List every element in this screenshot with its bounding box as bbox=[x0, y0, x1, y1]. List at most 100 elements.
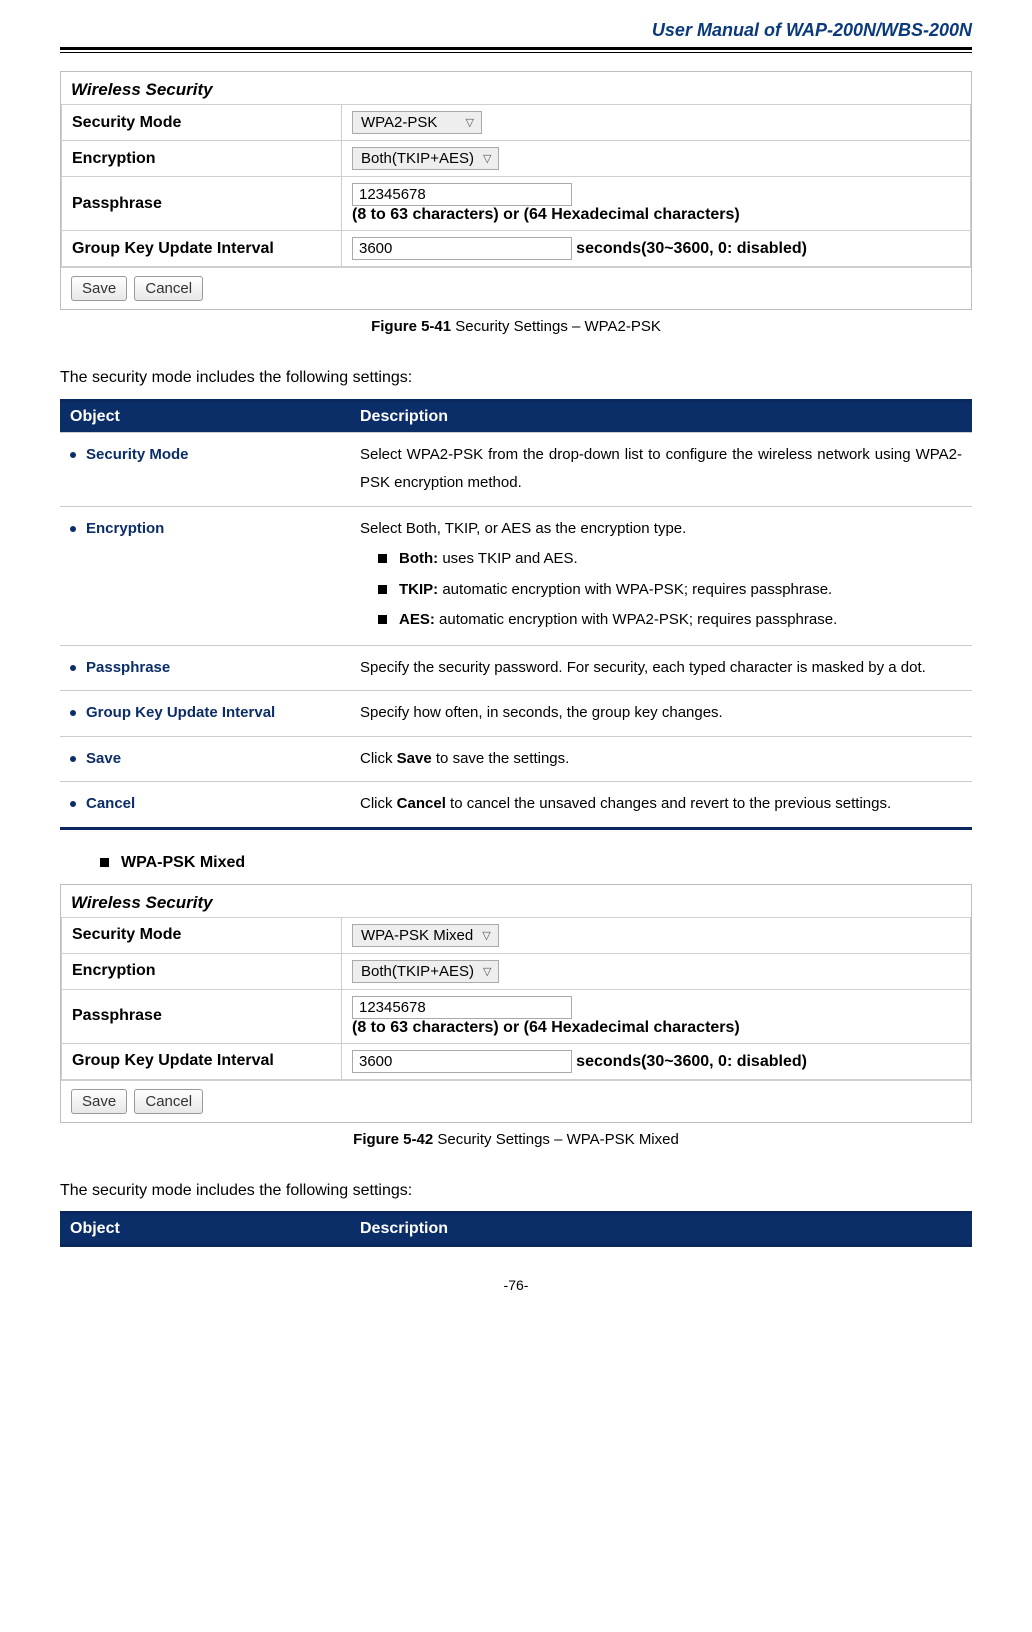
desc-post: to save the settings. bbox=[432, 750, 570, 767]
chevron-down-icon: ▽ bbox=[463, 116, 477, 129]
dropdown-value: WPA-PSK Mixed bbox=[357, 927, 479, 944]
bullet-icon bbox=[70, 756, 76, 762]
panel-title: Wireless Security bbox=[61, 885, 971, 917]
table-row-desc: Specify the security password. For secur… bbox=[350, 645, 972, 691]
table-row-obj: Group Key Update Interval bbox=[60, 691, 350, 737]
obj-text: Cancel bbox=[86, 795, 135, 812]
label-encryption: Encryption bbox=[62, 953, 342, 989]
security-mode-dropdown[interactable]: WPA-PSK Mixed ▽ bbox=[352, 924, 499, 947]
caption-text: Security Settings – WPA2-PSK bbox=[451, 318, 661, 335]
caption-text: Security Settings – WPA-PSK Mixed bbox=[433, 1131, 679, 1148]
page-footer: -76- bbox=[60, 1277, 972, 1293]
dropdown-value: WPA2-PSK bbox=[357, 114, 443, 131]
caption-bold: Figure 5-41 bbox=[371, 318, 451, 335]
interval-input[interactable]: 3600 bbox=[352, 1050, 572, 1073]
figure-caption-2: Figure 5-42 Security Settings – WPA-PSK … bbox=[60, 1131, 972, 1148]
obj-text: Encryption bbox=[86, 520, 164, 537]
desc-bold: Save bbox=[397, 750, 432, 767]
page-header-title: User Manual of WAP-200N/WBS-200N bbox=[60, 20, 972, 47]
th-description: Description bbox=[350, 400, 972, 432]
th-object: Object bbox=[60, 400, 350, 432]
label-interval: Group Key Update Interval bbox=[62, 1043, 342, 1079]
description-table-2: Object Description bbox=[60, 1211, 972, 1247]
settings-table: Security Mode WPA2-PSK ▽ Encryption Both… bbox=[61, 104, 971, 267]
table-row-obj: Security Mode bbox=[60, 432, 350, 506]
desc-lead: Select Both, TKIP, or AES as the encrypt… bbox=[360, 515, 962, 544]
dropdown-value: Both(TKIP+AES) bbox=[357, 150, 480, 167]
dropdown-value: Both(TKIP+AES) bbox=[357, 963, 480, 980]
description-table-1: Object Description Security Mode Select … bbox=[60, 399, 972, 830]
table-row-desc: Select WPA2-PSK from the drop-down list … bbox=[350, 432, 972, 506]
th-object: Object bbox=[60, 1213, 350, 1246]
figure-caption-1: Figure 5-41 Security Settings – WPA2-PSK bbox=[60, 318, 972, 335]
item-text: automatic encryption with WPA-PSK; requi… bbox=[438, 581, 832, 598]
square-bullet-icon bbox=[378, 554, 387, 563]
passphrase-hint: (8 to 63 characters) or (64 Hexadecimal … bbox=[352, 206, 740, 223]
item-bold: Both: bbox=[399, 550, 438, 567]
section-title-text: WPA-PSK Mixed bbox=[121, 854, 245, 871]
button-row: Save Cancel bbox=[61, 267, 971, 309]
desc-pre: Click bbox=[360, 750, 397, 767]
bullet-icon bbox=[70, 801, 76, 807]
passphrase-input[interactable]: 12345678 bbox=[352, 996, 572, 1019]
save-button[interactable]: Save bbox=[71, 1089, 127, 1114]
button-row: Save Cancel bbox=[61, 1080, 971, 1122]
wireless-security-panel-1: Wireless Security Security Mode WPA2-PSK… bbox=[60, 71, 972, 310]
obj-text: Save bbox=[86, 750, 121, 767]
square-bullet-icon bbox=[378, 615, 387, 624]
label-passphrase: Passphrase bbox=[62, 177, 342, 231]
obj-text: Group Key Update Interval bbox=[86, 704, 275, 721]
item-bold: AES: bbox=[399, 611, 435, 628]
chevron-down-icon: ▽ bbox=[480, 965, 494, 978]
table-row-desc: Select Both, TKIP, or AES as the encrypt… bbox=[350, 506, 972, 645]
interval-hint: seconds(30~3600, 0: disabled) bbox=[576, 1053, 807, 1070]
header-divider bbox=[60, 47, 972, 53]
desc-bold: Cancel bbox=[397, 795, 446, 812]
table-row-obj: Save bbox=[60, 736, 350, 782]
square-bullet-icon bbox=[100, 858, 109, 867]
square-bullet-icon bbox=[378, 585, 387, 594]
item-text: automatic encryption with WPA2-PSK; requ… bbox=[435, 611, 837, 628]
encryption-dropdown[interactable]: Both(TKIP+AES) ▽ bbox=[352, 960, 499, 983]
table-row-obj: Cancel bbox=[60, 782, 350, 829]
table-row-obj: Passphrase bbox=[60, 645, 350, 691]
passphrase-input[interactable]: 12345678 bbox=[352, 183, 572, 206]
desc-post: to cancel the unsaved changes and revert… bbox=[446, 795, 891, 812]
interval-input[interactable]: 3600 bbox=[352, 237, 572, 260]
wireless-security-panel-2: Wireless Security Security Mode WPA-PSK … bbox=[60, 884, 972, 1123]
section-heading: WPA-PSK Mixed bbox=[100, 854, 972, 872]
item-text: uses TKIP and AES. bbox=[438, 550, 578, 567]
label-security-mode: Security Mode bbox=[62, 917, 342, 953]
desc-pre: Click bbox=[360, 795, 397, 812]
chevron-down-icon: ▽ bbox=[479, 929, 493, 942]
cancel-button[interactable]: Cancel bbox=[134, 1089, 203, 1114]
table-row-desc: Specify how often, in seconds, the group… bbox=[350, 691, 972, 737]
table-row-desc: Click Save to save the settings. bbox=[350, 736, 972, 782]
label-passphrase: Passphrase bbox=[62, 989, 342, 1043]
label-security-mode: Security Mode bbox=[62, 105, 342, 141]
item-bold: TKIP: bbox=[399, 581, 438, 598]
sub-list: Both: uses TKIP and AES. TKIP: automatic… bbox=[360, 545, 962, 635]
settings-table: Security Mode WPA-PSK Mixed ▽ Encryption… bbox=[61, 917, 971, 1080]
table-row-desc: Click Cancel to cancel the unsaved chang… bbox=[350, 782, 972, 829]
bullet-icon bbox=[70, 710, 76, 716]
interval-hint: seconds(30~3600, 0: disabled) bbox=[576, 240, 807, 257]
bullet-icon bbox=[70, 452, 76, 458]
label-encryption: Encryption bbox=[62, 141, 342, 177]
bullet-icon bbox=[70, 526, 76, 532]
paragraph: The security mode includes the following… bbox=[60, 365, 972, 391]
encryption-dropdown[interactable]: Both(TKIP+AES) ▽ bbox=[352, 147, 499, 170]
paragraph: The security mode includes the following… bbox=[60, 1178, 972, 1204]
panel-title: Wireless Security bbox=[61, 72, 971, 104]
table-row-obj: Encryption bbox=[60, 506, 350, 645]
th-description: Description bbox=[350, 1213, 972, 1246]
obj-text: Security Mode bbox=[86, 446, 189, 463]
caption-bold: Figure 5-42 bbox=[353, 1131, 433, 1148]
cancel-button[interactable]: Cancel bbox=[134, 276, 203, 301]
obj-text: Passphrase bbox=[86, 659, 170, 676]
bullet-icon bbox=[70, 665, 76, 671]
save-button[interactable]: Save bbox=[71, 276, 127, 301]
passphrase-hint: (8 to 63 characters) or (64 Hexadecimal … bbox=[352, 1019, 740, 1036]
label-interval: Group Key Update Interval bbox=[62, 231, 342, 267]
security-mode-dropdown[interactable]: WPA2-PSK ▽ bbox=[352, 111, 482, 134]
